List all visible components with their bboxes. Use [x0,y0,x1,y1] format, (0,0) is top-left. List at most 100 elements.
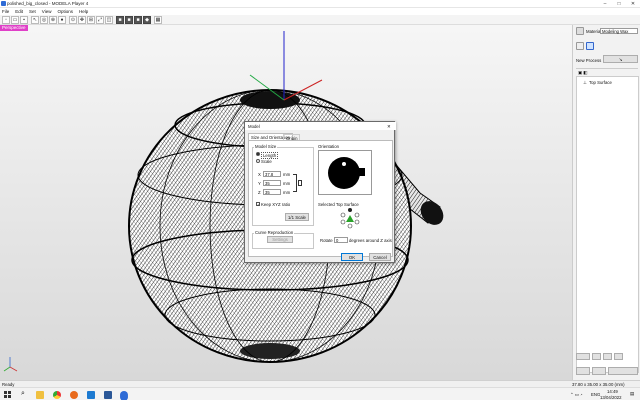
x-label: X [258,172,261,177]
model-dialog: Model ✕ Size and Orientation Origin Mode… [244,121,396,263]
file-explorer-icon[interactable] [36,391,44,399]
search-icon[interactable]: ⌕ [21,390,25,398]
orientation-label: Orientation [318,144,340,149]
tree-up-button[interactable] [592,353,601,360]
ratio-lock-icon [298,180,302,186]
material-label: Material [586,29,602,34]
menu-bar: File Edit Set View Options Help [0,8,640,15]
rotate-suffix: degrees around Z axis [349,238,392,243]
model-size-label: Model Size [254,144,278,149]
right-panel: Material Modeling Wax New Process ↘ ▣ ◧ … [572,25,640,380]
run-button-row [576,367,638,376]
menu-help[interactable]: Help [79,8,88,15]
process-tree: Top Surface ⊥ [576,76,639,373]
keep-ratio-checkbox[interactable]: ✓ [256,202,260,207]
move-icon[interactable]: ✥ [78,15,86,24]
word-icon[interactable] [104,391,112,399]
length-option-label: Length [261,151,279,159]
menu-file[interactable]: File [2,8,9,15]
menu-set[interactable]: Set [29,8,36,15]
z-label: Z [258,190,261,195]
shade-icon[interactable]: ● [58,15,66,24]
back-view-icon[interactable]: ■ [116,15,124,24]
panel-list-icon[interactable] [576,42,584,50]
open-icon[interactable]: ▭ [11,15,19,24]
orientation-model-icon [328,157,365,189]
tree-down-button[interactable] [603,353,612,360]
material-select[interactable]: Modeling Wax [600,28,638,34]
side-view-icon[interactable]: ■ [125,15,133,24]
y-label: Y [258,181,261,186]
new-icon[interactable]: ▫ [2,15,10,24]
windows-start-icon[interactable] [4,391,11,398]
orbit-icon[interactable]: ◎ [40,15,48,24]
top-view-icon[interactable]: ■ [134,15,142,24]
length-radio[interactable] [256,152,260,156]
iso-view-icon[interactable]: ◆ [143,15,151,24]
clock-date[interactable]: 13/04/2022 [600,395,622,400]
firefox-icon[interactable] [70,391,78,399]
dialog-close-button[interactable]: ✕ [387,124,391,130]
tray-icons[interactable]: ⌃ ▭ ◔ [570,392,583,398]
status-bar: Ready 37.80 x 35.00 x 35.00 (mm) [0,380,640,387]
new-process-label: New Process [576,58,602,63]
zoom-box-icon[interactable]: ⊞ [87,15,95,24]
view-icon[interactable]: ⊙ [69,15,77,24]
y-unit: mm [283,181,291,186]
tree-add-button[interactable] [576,353,590,360]
preview-button[interactable] [576,367,590,375]
z-size-field[interactable]: 35 [263,189,281,195]
zoom-icon[interactable]: ⊕ [49,15,57,24]
tree-button-row [576,353,638,362]
output-button[interactable] [608,367,638,375]
one-to-one-scale-button[interactable]: 1/1 Scale [285,213,309,221]
language-indicator[interactable]: ENG [591,392,600,397]
curve-settings-button[interactable]: Settings [267,236,293,243]
x-size-field[interactable]: 37.8 [263,171,281,177]
window-title: polished_big_closed - MODELA Player 4 [7,1,89,6]
axis-triad-icon [3,357,18,372]
toolbar: ▫ ▭ ▪ ↖ ◎ ⊕ ● ⊙ ✥ ⊞ ⤢ ◫ ■ ■ ■ ◆ ▦ [0,15,640,25]
clock-time[interactable]: 14:49 [607,389,618,394]
material-icon [576,27,584,35]
zoom-fit-icon[interactable]: ⤢ [96,15,104,24]
scale-radio[interactable] [256,159,260,163]
curve-reproduction-label: Curve Reproduction [254,230,295,235]
cut-button[interactable] [592,367,606,375]
tree-item-top-surface[interactable]: Top Surface [589,80,612,85]
maximize-button[interactable]: □ [612,0,626,8]
orientation-preview [318,150,372,195]
modela-player-icon[interactable] [120,391,128,399]
taskbar: ⌕ ⌃ ▭ ◔ ENG 14:49 13/04/2022 ▤ [0,387,640,400]
y-size-field[interactable]: 35 [263,180,281,186]
tree-node-icon: ⊥ [583,80,587,85]
rotate-label: Rotate [320,238,333,243]
cancel-button[interactable]: Cancel [369,253,391,261]
panel-chart-icon[interactable] [586,42,594,50]
title-bar: polished_big_closed - MODELA Player 4 – … [0,0,640,8]
menu-edit[interactable]: Edit [15,8,23,15]
scale-option-label: Scale [261,158,272,164]
minimize-button[interactable]: – [598,0,612,8]
outlook-icon[interactable] [87,391,95,399]
keep-ratio-label: Keep XYZ ratio [261,201,291,207]
close-button[interactable]: ✕ [626,0,640,8]
projection-label: Perspective [0,25,28,31]
menu-view[interactable]: View [42,8,52,15]
save-icon[interactable]: ▪ [20,15,28,24]
rotate-select[interactable]: 0 [334,237,348,243]
chrome-icon[interactable] [53,391,61,399]
menu-options[interactable]: Options [57,8,73,15]
x-unit: mm [283,172,291,177]
front-view-icon[interactable]: ◫ [105,15,113,24]
ratio-bracket [293,174,297,192]
select-icon[interactable]: ↖ [31,15,39,24]
notification-icon[interactable]: ▤ [630,391,634,397]
tree-remove-button[interactable] [614,353,623,360]
top-surface-selector[interactable] [337,207,363,229]
app-icon [1,1,6,6]
new-process-button[interactable]: ↘ [603,55,638,63]
wireframe-icon[interactable]: ▦ [154,15,162,24]
ok-button[interactable]: OK [341,253,363,261]
panel-divider [576,68,638,69]
